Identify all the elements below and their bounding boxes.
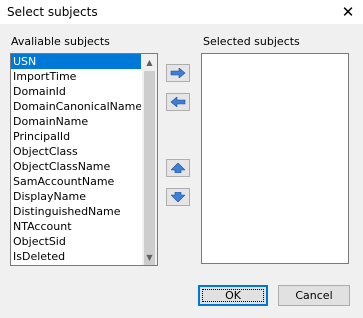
list-item[interactable]: NTAccount (11, 219, 141, 234)
selected-subjects-label: Selected subjects (203, 35, 300, 48)
select-subjects-dialog: Select subjects ✕ Avaliable subjects Sel… (0, 0, 363, 318)
selected-subjects-list[interactable] (201, 53, 349, 264)
arrow-up-icon (171, 163, 185, 173)
list-item[interactable]: DomainId (11, 84, 141, 99)
list-item[interactable]: ObjectSid (11, 234, 141, 249)
move-down-button[interactable] (166, 188, 190, 206)
list-item[interactable]: DomainCanonicalName (11, 99, 141, 114)
list-item[interactable]: ObjectClass (11, 144, 141, 159)
scroll-up-button[interactable]: ▲ (142, 54, 157, 70)
add-subject-button[interactable] (166, 64, 190, 82)
arrow-right-icon (170, 68, 186, 78)
list-item[interactable]: DistinguishedName (11, 204, 141, 219)
available-subjects-list[interactable]: USN ImportTime DomainId DomainCanonicalName… (10, 53, 158, 266)
list-item[interactable]: DisplayName (11, 189, 141, 204)
available-items: USN ImportTime DomainId DomainCanonicalName… (11, 54, 141, 264)
focus-ring (202, 289, 264, 302)
list-item[interactable]: DomainName (11, 114, 141, 129)
move-up-button[interactable] (166, 159, 190, 177)
ok-button[interactable]: OK (198, 285, 268, 306)
list-item[interactable]: USN (11, 54, 141, 69)
list-item[interactable]: PrincipalId (11, 129, 141, 144)
cancel-button[interactable]: Cancel (278, 285, 350, 306)
list-item[interactable]: ImportTime (11, 69, 141, 84)
list-item[interactable]: SamAccountName (11, 174, 141, 189)
arrow-down-icon (171, 192, 185, 202)
remove-subject-button[interactable] (166, 93, 190, 111)
cancel-label: Cancel (295, 289, 333, 302)
title-bar: Select subjects ✕ (0, 0, 363, 24)
close-button[interactable]: ✕ (333, 0, 363, 24)
chevron-down-icon: ▼ (146, 252, 153, 262)
vertical-scrollbar[interactable]: ▲ ▼ (142, 54, 157, 265)
list-item[interactable]: ObjectClassName (11, 159, 141, 174)
list-item[interactable]: IsDeleted (11, 249, 141, 264)
scroll-thumb[interactable] (144, 71, 155, 265)
close-icon: ✕ (341, 2, 355, 21)
arrow-left-icon (170, 97, 186, 107)
chevron-up-icon: ▲ (146, 57, 153, 67)
scroll-down-button[interactable]: ▼ (142, 249, 157, 265)
available-subjects-label: Avaliable subjects (11, 35, 110, 48)
dialog-title: Select subjects (7, 5, 98, 19)
